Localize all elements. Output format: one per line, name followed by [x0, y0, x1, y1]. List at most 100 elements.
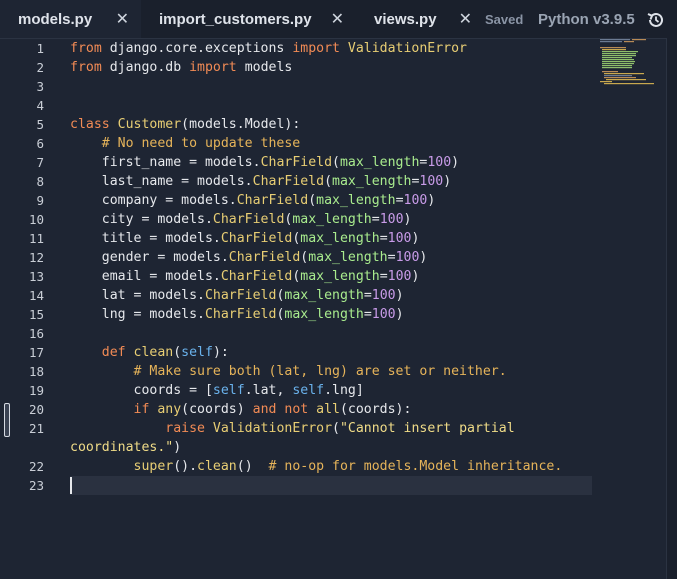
line-number: 15	[28, 307, 44, 322]
code-line[interactable]: 6 # No need to update these	[0, 134, 600, 153]
code-token: from	[70, 41, 102, 56]
vertical-scrollbar[interactable]	[666, 38, 677, 579]
code-token: (coords)	[181, 402, 253, 417]
tab-models-py[interactable]: models.py ✕	[0, 0, 141, 38]
code-token: )	[173, 440, 182, 455]
code-line[interactable]: 7 first_name = models.CharField(max_leng…	[0, 153, 600, 172]
code-token: CharField	[236, 193, 309, 208]
code-token: self	[292, 383, 325, 398]
code-line[interactable]: 17 def clean(self):	[0, 343, 600, 362]
history-icon[interactable]	[646, 10, 666, 30]
code-token: "Cannot insert partial	[339, 421, 515, 436]
code-token: coords = [	[70, 383, 213, 398]
code-token: 100	[395, 250, 420, 265]
code-editor[interactable]: 1 from django.core.exceptions import Vali…	[0, 38, 677, 579]
code-text: raise ValidationError("Cannot insert par…	[70, 419, 515, 438]
code-token: CharField	[252, 174, 325, 189]
tab-label: models.py	[18, 10, 93, 28]
minimap[interactable]	[598, 38, 666, 88]
code-line[interactable]: 22 super().clean() # no-op for models.Mo…	[0, 457, 600, 476]
close-icon[interactable]: ✕	[116, 0, 129, 38]
tab-import-customers-py[interactable]: import_customers.py ✕	[141, 0, 356, 38]
line-number: 9	[36, 193, 44, 208]
code-line[interactable]: 13 email = models.CharField(max_length=1…	[0, 267, 600, 286]
code-token: 100	[387, 231, 412, 246]
code-line[interactable]: 10 city = models.CharField(max_length=10…	[0, 210, 600, 229]
code-token: max_length	[300, 231, 380, 246]
code-token: )	[451, 155, 460, 170]
code-line[interactable]: 18 # Make sure both (lat, lng) are set o…	[0, 362, 600, 381]
code-token: =	[387, 250, 396, 265]
code-token: gender = models.	[70, 250, 229, 265]
line-number: 12	[28, 250, 44, 265]
code-token: super	[70, 459, 174, 474]
code-token: .lat,	[244, 383, 293, 398]
language-version[interactable]: Python v3.9.5	[538, 0, 635, 38]
code-token: CharField	[228, 250, 301, 265]
code-token: if	[70, 402, 150, 417]
line-number: 8	[36, 174, 44, 189]
code-line[interactable]: 20 if any(coords) and not all(coords):	[0, 400, 600, 419]
code-token: clean	[125, 345, 174, 360]
code-token: CharField	[204, 307, 277, 322]
code-line[interactable]: 11 title = models.CharField(max_length=1…	[0, 229, 600, 248]
line-number: 17	[28, 345, 44, 360]
code-token: CharField	[220, 269, 293, 284]
code-line[interactable]: 21 raise ValidationError("Cannot insert …	[0, 419, 600, 438]
code-token: from	[70, 60, 102, 75]
code-line[interactable]: 23	[0, 476, 600, 495]
code-token: (	[173, 345, 182, 360]
code-line[interactable]: coordinates.")	[0, 438, 600, 457]
close-icon[interactable]: ✕	[459, 0, 472, 38]
code-line[interactable]: 4	[0, 96, 600, 115]
code-line[interactable]: 1 from django.core.exceptions import Vali…	[0, 39, 600, 58]
line-number: 1	[36, 41, 44, 56]
line-number: 6	[36, 136, 44, 151]
line-number: 21	[28, 421, 44, 436]
tab-views-py[interactable]: views.py ✕	[356, 0, 484, 38]
tab-bar: models.py ✕ import_customers.py ✕ views.…	[0, 0, 677, 39]
code-text: lat = models.CharField(max_length=100)	[70, 286, 404, 305]
code-token: any	[149, 402, 182, 417]
code-line[interactable]: 14 lat = models.CharField(max_length=100…	[0, 286, 600, 305]
code-token: all	[308, 402, 340, 417]
code-line[interactable]: 5 class Customer(models.Model):	[0, 115, 600, 134]
code-token: (	[324, 174, 333, 189]
code-line[interactable]: 8 last_name = models.CharField(max_lengt…	[0, 172, 600, 191]
code-line[interactable]: 2 from django.db import models	[0, 58, 600, 77]
code-line[interactable]: 16	[0, 324, 600, 343]
line-number: 13	[28, 269, 44, 284]
code-token: django.db	[101, 60, 190, 75]
code-token: (coords):	[339, 402, 412, 417]
code-token: class	[70, 117, 110, 132]
line-number: 10	[28, 212, 44, 227]
code-token: import	[292, 41, 340, 56]
code-text: super().clean() # no-op for models.Model…	[70, 457, 563, 476]
line-number: 18	[28, 364, 44, 379]
code-line[interactable]: 15 lng = models.CharField(max_length=100…	[0, 305, 600, 324]
code-text: from django.db import models	[70, 58, 292, 77]
close-icon[interactable]: ✕	[331, 0, 344, 38]
code-token: (	[332, 155, 340, 170]
code-token: 100	[371, 307, 396, 322]
code-token: max_length	[300, 269, 380, 284]
code-line[interactable]: 9 company = models.CharField(max_length=…	[0, 191, 600, 210]
line-number: 16	[28, 326, 44, 341]
line-number: 5	[36, 117, 44, 132]
code-token: 100	[419, 174, 444, 189]
code-token: raise	[70, 421, 205, 436]
code-text: email = models.CharField(max_length=100)	[70, 267, 420, 286]
line-number: 14	[28, 288, 44, 303]
code-token: 100	[427, 155, 452, 170]
code-token: max_length	[332, 174, 412, 189]
code-line[interactable]: 3	[0, 77, 600, 96]
code-token: # Make sure both (lat, lng) are set or n…	[70, 364, 507, 379]
code-text: last_name = models.CharField(max_length=…	[70, 172, 451, 191]
code-token: max_length	[308, 250, 388, 265]
code-token: models	[236, 60, 293, 75]
code-token: ValidationError	[204, 421, 333, 436]
code-token: =	[363, 307, 372, 322]
code-line[interactable]: 19 coords = [self.lat, self.lng]	[0, 381, 600, 400]
code-line[interactable]: 12 gender = models.CharField(max_length=…	[0, 248, 600, 267]
code-token: last_name = models.	[70, 174, 253, 189]
